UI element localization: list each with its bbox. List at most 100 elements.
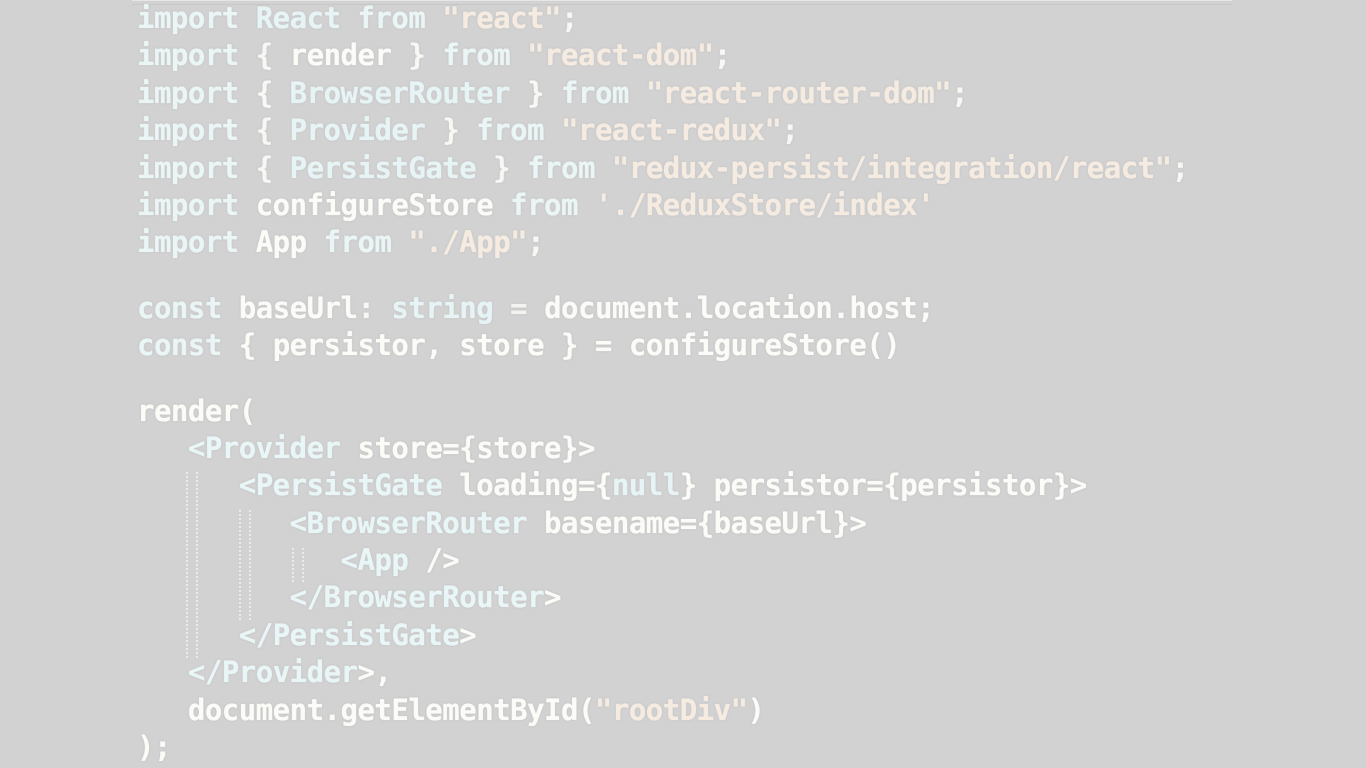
code-token: ); (137, 730, 171, 765)
code-line[interactable]: const { persistor, store } = configureSt… (137, 327, 1189, 364)
code-line[interactable]: import React from "react"; (137, 0, 1189, 37)
code-token: import (137, 1, 239, 35)
code-line[interactable]: <Provider store={store}> (137, 430, 1189, 467)
code-token: < (137, 468, 256, 503)
code-token: "react" (442, 1, 562, 35)
code-token: Provider (204, 430, 341, 465)
code-line[interactable]: import configureStore from './ReduxStore… (137, 187, 1189, 224)
code-token: BrowserRouter (323, 580, 545, 615)
code-token: >, (357, 655, 392, 690)
code-token: { (238, 75, 290, 110)
code-token: ; (527, 225, 545, 260)
code-token: from (561, 75, 629, 110)
code-editor[interactable]: import React from "react"; import { rende… (0, 0, 1366, 768)
code-token: from (323, 225, 392, 260)
code-token: { persistor, store } = configureStore() (221, 328, 901, 363)
code-token: "react-dom" (527, 38, 714, 73)
code-token: { (238, 150, 290, 185)
code-token: document.getElementById( (137, 692, 596, 727)
code-token: } (476, 150, 528, 185)
code-token: BrowserRouter (289, 75, 511, 110)
blank-line[interactable] (137, 365, 1189, 393)
code-token: } (425, 113, 477, 148)
code-token: { (238, 38, 290, 73)
code-token: null (611, 468, 680, 503)
blank-line[interactable] (137, 262, 1189, 290)
code-text-area[interactable]: import React from "react"; import { rende… (137, 0, 1189, 766)
code-token: store={store}> (340, 430, 595, 465)
code-token: loading={ (442, 468, 612, 503)
code-token: from (357, 1, 426, 35)
code-line[interactable]: ); (137, 729, 1189, 766)
code-token: basename={baseUrl}> (527, 505, 867, 540)
code-line[interactable]: const baseUrl: string = document.locatio… (137, 290, 1189, 327)
code-line[interactable]: import { render } from "react-dom"; (137, 37, 1189, 74)
code-line[interactable]: import { BrowserRouter } from "react-rou… (137, 75, 1189, 112)
code-token: import (137, 150, 239, 185)
code-token: ; (1171, 150, 1189, 185)
code-token: render (289, 38, 392, 73)
code-token: "redux-persist/integration/react" (611, 150, 1172, 185)
code-token: from (510, 187, 578, 222)
code-line[interactable]: render( (137, 393, 1189, 430)
code-token: App (357, 543, 409, 578)
code-token: "react-redux" (561, 113, 782, 148)
code-token: import (137, 113, 239, 148)
code-token: ; (713, 38, 731, 73)
code-line[interactable]: </Provider>, (137, 654, 1189, 691)
code-token: { (238, 113, 290, 148)
code-token: } (391, 38, 443, 73)
code-line[interactable]: import App from "./App"; (137, 224, 1189, 261)
code-token: Provider (289, 113, 426, 148)
code-line[interactable]: <BrowserRouter basename={baseUrl}> (137, 505, 1189, 542)
code-line[interactable]: <PersistGate loading={null} persistor={p… (137, 467, 1189, 504)
code-line[interactable]: </PersistGate> (137, 617, 1189, 654)
code-token: "rootDiv" (594, 692, 748, 727)
code-token: const (137, 328, 222, 363)
code-token: render( (137, 393, 256, 428)
code-token: ; (781, 113, 799, 148)
code-token: ; (561, 1, 578, 35)
code-token: Provider (221, 655, 358, 690)
code-token: import (137, 75, 239, 110)
code-token: from (442, 38, 511, 73)
code-token: configureStore (238, 187, 511, 222)
code-token: './ReduxStore/index' (594, 187, 935, 222)
code-token: </ (137, 655, 222, 690)
code-token: = (493, 290, 545, 325)
code-token: } persistor={persistor}> (679, 468, 1088, 503)
code-token: PersistGate (272, 617, 460, 652)
code-line[interactable]: import { PersistGate } from "redux-persi… (137, 150, 1189, 187)
code-token: "./App" (408, 225, 528, 260)
code-token: > (459, 617, 477, 652)
code-line[interactable]: </BrowserRouter> (137, 579, 1189, 616)
code-token: "react-router-dom" (645, 75, 952, 110)
code-token: </ (137, 580, 324, 615)
code-token: : (357, 290, 392, 325)
code-token: from (527, 150, 595, 185)
code-token: baseUrl (221, 290, 358, 325)
code-token: > (544, 580, 562, 615)
code-token: PersistGate (255, 468, 443, 503)
code-line[interactable]: document.getElementById("rootDiv") (137, 692, 1189, 729)
code-line[interactable]: <App /> (137, 542, 1189, 579)
code-token: App (238, 225, 324, 260)
code-token: document.location.host; (544, 290, 935, 325)
code-token: < (137, 505, 307, 540)
code-token: < (137, 543, 358, 578)
code-token: </ (137, 617, 273, 652)
code-token: import (137, 225, 239, 260)
code-token: string (391, 290, 494, 325)
code-token: PersistGate (289, 150, 477, 185)
code-token: from (476, 113, 545, 148)
code-token: BrowserRouter (306, 505, 528, 540)
code-token: const (137, 290, 222, 325)
code-line[interactable]: import { Provider } from "react-redux"; (137, 112, 1189, 149)
code-token: ; (951, 75, 969, 110)
